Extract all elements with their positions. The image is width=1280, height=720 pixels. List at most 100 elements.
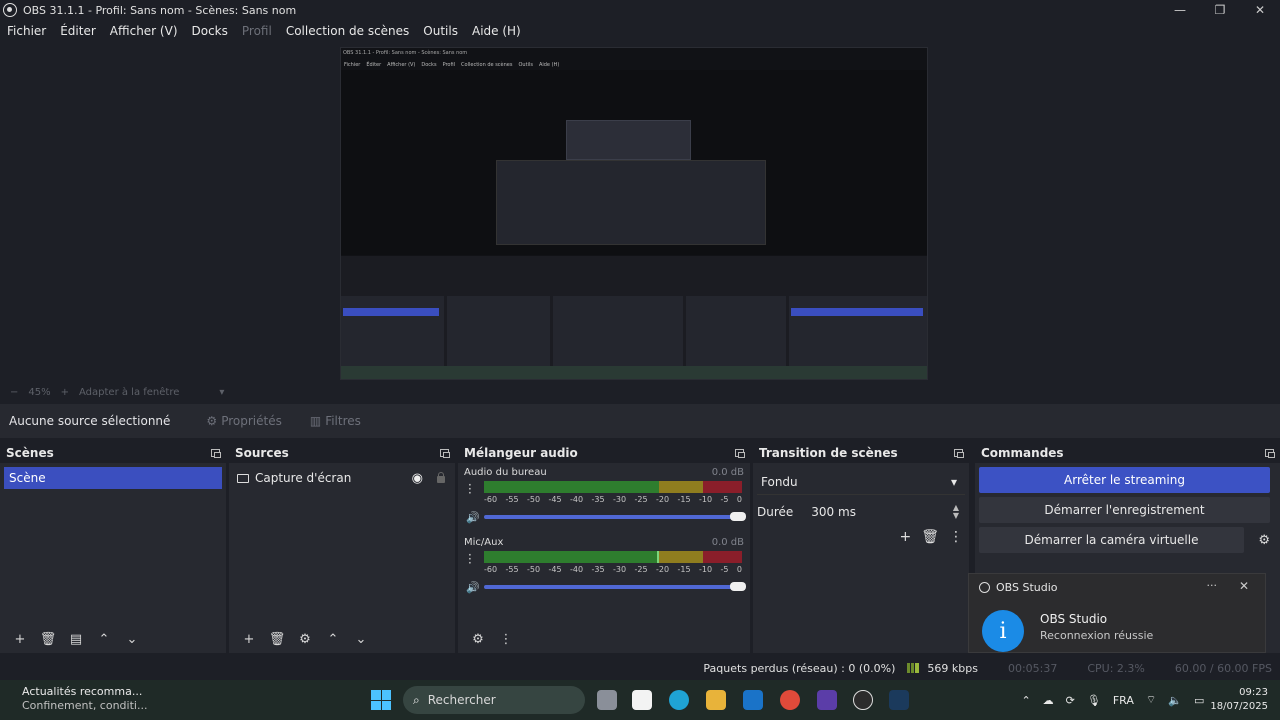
move-up-icon[interactable]: ⌃ [321, 632, 345, 647]
transition-select[interactable]: Fondu ▾ [757, 469, 965, 495]
trash-icon[interactable]: 🗑 [921, 529, 939, 545]
battery-icon[interactable]: ▭ [1194, 694, 1204, 707]
window-title: OBS 31.1.1 - Profil: Sans nom - Scènes: … [23, 3, 297, 17]
start-recording-button[interactable]: Démarrer l'enregistrement [979, 497, 1270, 523]
volume-slider[interactable] [484, 582, 746, 591]
close-icon[interactable]: ✕ [1239, 579, 1249, 593]
info-icon: i [982, 610, 1024, 652]
cloud-icon[interactable]: ☁ [1043, 694, 1054, 707]
more-options-icon[interactable]: ··· [1207, 579, 1218, 592]
start-virtualcam-button[interactable]: Démarrer la caméra virtuelle ⚙ [979, 527, 1270, 553]
chevron-up-icon[interactable]: ⌃ [1021, 694, 1030, 707]
edge-icon[interactable] [669, 690, 689, 710]
windows-start-icon[interactable] [371, 690, 391, 710]
menu-file[interactable]: Fichier [0, 24, 53, 38]
preview-nested-menu: Fichier Éditer Afficher (V) Docks Profil Coll… [344, 62, 560, 68]
taskbar-clock[interactable]: 09:23 18/07/2025 [1210, 686, 1268, 714]
outlook-icon[interactable] [743, 690, 763, 710]
properties-label: Propriétés [221, 414, 282, 428]
toast-notification[interactable]: OBS Studio ··· ✕ i OBS Studio Reconnexio… [968, 573, 1266, 653]
source-list-item[interactable]: Capture d'écran ◉ [229, 467, 455, 489]
undock-icon[interactable] [1265, 449, 1275, 458]
zoom-fit-dropdown[interactable]: Adapter à la fenêtre [79, 387, 179, 398]
sync-icon[interactable]: ⟳ [1066, 694, 1075, 707]
undock-icon[interactable] [211, 449, 221, 458]
stop-streaming-button[interactable]: Arrêter le streaming [979, 467, 1270, 493]
eye-icon[interactable]: ◉ [412, 471, 423, 486]
gear-icon[interactable]: ⚙ [1258, 533, 1270, 548]
undock-icon[interactable] [440, 449, 450, 458]
trash-icon[interactable]: 🗑 [265, 632, 289, 647]
news-title: Actualités recomma... [22, 685, 143, 698]
undock-icon[interactable] [735, 449, 745, 458]
preview-canvas[interactable]: OBS 31.1.1 - Profil: Sans nom - Scènes: … [340, 47, 928, 380]
more-options-icon[interactable]: ⋮ [494, 632, 518, 647]
properties-button[interactable]: ⚙ Propriétés [206, 414, 281, 428]
speaker-icon[interactable]: 🔊 [466, 581, 480, 594]
file-explorer-icon[interactable] [706, 690, 726, 710]
filters-button[interactable]: ▥ Filtres [310, 414, 361, 428]
add-transition-button[interactable]: + [899, 529, 911, 545]
volume-icon[interactable]: 🔈 [1168, 694, 1182, 707]
language-indicator[interactable]: FRA [1113, 694, 1134, 707]
sources-dock-header: Sources [229, 443, 455, 463]
task-view-icon[interactable] [597, 690, 617, 710]
maximize-button[interactable]: ❐ [1200, 0, 1240, 20]
move-down-icon[interactable]: ⌄ [120, 632, 144, 647]
tick-label: -30 [613, 565, 627, 574]
speaker-icon[interactable]: 🔊 [466, 511, 480, 524]
advanced-audio-gear-icon[interactable]: ⚙ [466, 632, 490, 647]
menu-view[interactable]: Afficher (V) [103, 24, 185, 38]
undock-icon[interactable] [954, 449, 964, 458]
tick-label: -15 [677, 565, 691, 574]
scene-list-item[interactable]: Scène [4, 467, 222, 489]
meter-yellow-zone [659, 551, 704, 563]
gear-icon[interactable]: ⚙ [293, 632, 317, 647]
channel-name: Mic/Aux [464, 537, 504, 548]
news-widget[interactable]: Actualités recomma... Confinement, condi… [22, 685, 147, 713]
tick-label: -5 [720, 495, 729, 504]
menu-tools[interactable]: Outils [416, 24, 465, 38]
more-options-icon[interactable]: ⋮ [949, 529, 963, 545]
minimize-button[interactable]: — [1160, 0, 1200, 20]
duration-input[interactable]: 300 ms [811, 505, 856, 519]
meter-red-zone [703, 551, 742, 563]
move-down-icon[interactable]: ⌄ [349, 632, 373, 647]
chevron-down-icon[interactable]: ▾ [219, 387, 224, 398]
duration-spinner-icon[interactable]: ▲ ▼ [953, 504, 959, 520]
microphone-icon[interactable]: 🎙 [1087, 694, 1101, 707]
app-icon[interactable] [817, 690, 837, 710]
wifi-icon[interactable]: ⌔ [1146, 693, 1156, 707]
close-button[interactable]: ✕ [1240, 0, 1280, 20]
tick-label: -45 [548, 565, 562, 574]
obs-taskbar-icon[interactable] [853, 690, 873, 710]
more-options-icon[interactable]: ··· [468, 479, 472, 499]
slider-handle[interactable] [730, 512, 746, 521]
move-up-icon[interactable]: ⌃ [92, 632, 116, 647]
menu-edit[interactable]: Éditer [53, 24, 103, 38]
menu-help[interactable]: Aide (H) [465, 24, 528, 38]
tick-label: -5 [720, 565, 729, 574]
add-source-button[interactable]: + [237, 632, 261, 647]
store-icon[interactable] [632, 690, 652, 710]
add-scene-button[interactable]: + [8, 632, 32, 647]
zoom-in-button[interactable]: + [61, 387, 69, 398]
slider-handle[interactable] [730, 582, 746, 591]
zoom-out-button[interactable]: − [10, 387, 18, 398]
menu-scene-collection[interactable]: Collection de scènes [279, 24, 416, 38]
tick-label: -55 [505, 495, 519, 504]
lock-icon[interactable] [437, 472, 445, 483]
chrome-icon[interactable] [780, 690, 800, 710]
steam-icon[interactable] [889, 690, 909, 710]
preview-nested-docks [341, 256, 927, 379]
taskbar-search[interactable]: ⌕ Rechercher [403, 686, 585, 714]
mixer-dock-header: Mélangeur audio [458, 443, 750, 463]
sources-dock: Sources Capture d'écran ◉ + 🗑 ⚙ ⌃ ⌄ [229, 443, 455, 653]
scene-filters-icon[interactable]: ▤ [64, 632, 88, 647]
trash-icon[interactable]: 🗑 [36, 632, 60, 647]
zoom-controls: − 45% + Adapter à la fenêtre ▾ [0, 382, 1280, 402]
more-options-icon[interactable]: ··· [468, 549, 472, 569]
volume-slider[interactable] [484, 512, 746, 521]
preview-dock-mixer [553, 296, 683, 376]
menu-docks[interactable]: Docks [185, 24, 235, 38]
